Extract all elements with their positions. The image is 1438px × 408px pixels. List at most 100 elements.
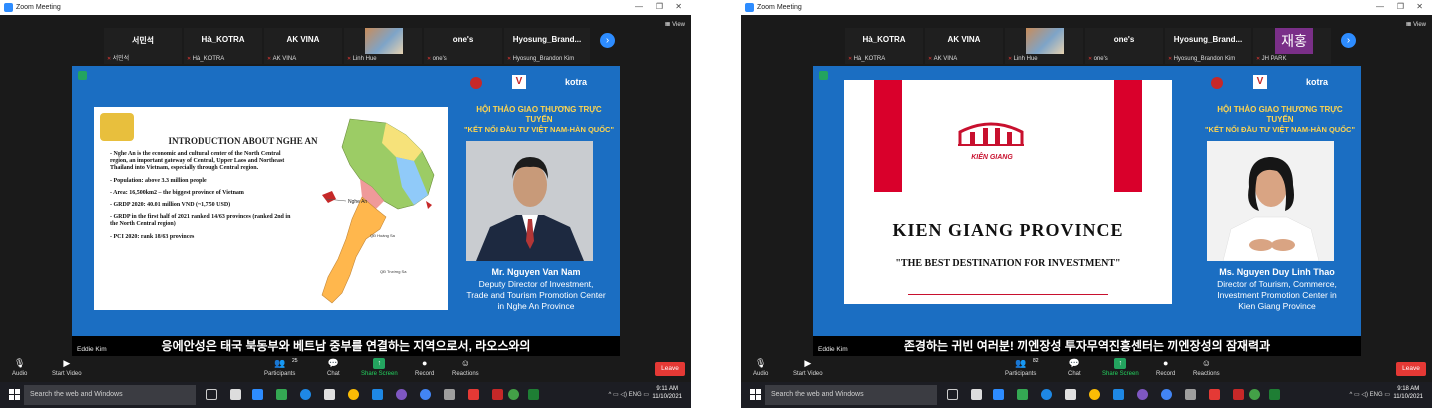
participant-tile[interactable]: Linh Hue [344,28,422,64]
app-icon[interactable] [372,389,383,400]
start-video-button[interactable]: ▶ Start Video [52,358,82,377]
record-icon: ● [421,358,428,368]
taskbar-clock[interactable]: 9:18 AM 11/10/2021 [1393,385,1423,401]
participants-button[interactable]: 👥 25 Participants [264,358,298,377]
participant-tile[interactable]: 재홍 JH PARK [1253,28,1331,64]
chat-icon: 💬 [327,358,339,368]
close-icon[interactable]: ✕ [1416,2,1423,11]
zoom-app-icon[interactable] [252,389,263,400]
app-icon[interactable] [1185,389,1196,400]
shared-screen: V kotra HỘI THẢO GIAO THƯƠNG TRỰC TUYẾN … [72,66,620,352]
zoom-app-icon[interactable] [993,389,1004,400]
slide-bullet: - Nghe An is the economic and cultural c… [110,151,285,172]
reactions-button[interactable]: ☺ Reactions [452,358,479,377]
messenger-icon[interactable] [420,389,431,400]
minimize-icon[interactable]: — [1376,2,1384,11]
task-view-icon[interactable] [206,389,217,400]
app-icon[interactable] [1113,389,1124,400]
explorer-icon[interactable] [1065,389,1076,400]
video-camera-icon: ▶ [63,358,71,368]
slide-bullet: - Population: above 3.3 million people [110,177,207,184]
next-page-button[interactable]: › [600,33,615,48]
share-screen-button[interactable]: ↑ Share Screen [1102,358,1139,377]
minimize-icon[interactable]: — [635,2,643,11]
messenger-icon[interactable] [1161,389,1172,400]
edge-icon[interactable] [300,389,311,400]
organizer-logos: V kotra [1211,75,1351,99]
participant-photo [365,28,403,54]
speaker-title-line: Deputy Director of Investment, [478,279,594,289]
participant-tile[interactable]: Hyosung_Brand... Hyosung_Brandon Kim [1165,28,1251,64]
excel-icon[interactable] [528,389,539,400]
participant-tile[interactable]: Hà_KOTRA Hà_KOTRA [845,28,923,64]
participant-tile[interactable]: one's one's [1085,28,1163,64]
language-indicator[interactable]: ENG [629,392,642,398]
windows-start-icon[interactable] [9,389,20,400]
participants-button[interactable]: 👥 82 Participants [1005,358,1039,377]
share-screen-button[interactable]: ↑ Share Screen [361,358,398,377]
participant-tile[interactable]: Hyosung_Brand... Hyosung_Brandon Kim [504,28,590,64]
reactions-button[interactable]: ☺ Reactions [1193,358,1220,377]
muted-icon: Hà_KOTRA [187,56,225,62]
windows-start-icon[interactable] [750,389,761,400]
store-icon[interactable] [971,389,982,400]
app-icon[interactable] [492,389,503,400]
store-icon[interactable] [230,389,241,400]
leave-button[interactable]: Leave [1396,362,1426,376]
record-button[interactable]: ● Record [415,358,434,377]
vietnam-map: Nghe An QĐ Hoàng Sa QĐ Trường Sa [321,118,435,304]
viber-icon[interactable] [396,389,407,400]
next-page-button[interactable]: › [1341,33,1356,48]
app-icon[interactable] [444,389,455,400]
drive-icon[interactable] [276,389,287,400]
participant-tile[interactable]: AK VINA AK VINA [925,28,1003,64]
system-tray: ^ ▭ ◁) ENG ▭ [1349,392,1390,398]
chat-button[interactable]: 💬 Chat [1068,358,1081,377]
close-icon[interactable]: ✕ [675,2,682,11]
edge-icon[interactable] [1041,389,1052,400]
speaker-video [466,141,593,261]
drive-icon[interactable] [1017,389,1028,400]
viber-icon[interactable] [1137,389,1148,400]
maximize-icon[interactable]: ❐ [656,2,663,11]
muted-icon: Linh Hue [347,56,377,62]
app-icon[interactable] [1209,389,1220,400]
app-icon[interactable] [1249,389,1260,400]
video-camera-icon: ▶ [804,358,812,368]
audio-button[interactable]: 🎙 Audio [12,358,27,377]
task-view-icon[interactable] [947,389,958,400]
maximize-icon[interactable]: ❐ [1397,2,1404,11]
app-icon[interactable] [508,389,519,400]
chrome-icon[interactable] [1089,389,1100,400]
subtitle-bar: 존경하는 귀빈 여러분! 끼엔장성 투자무역진흥센터는 끼엔장성의 잠재력과 [813,336,1361,356]
muted-icon: 서민석 [107,53,130,62]
speaker-title-line: Kien Giang Province [1238,301,1316,311]
slide-bullet: - Area: 16,500km2 – the biggest province… [110,189,244,196]
nghe-an-highlight [426,201,432,209]
record-button[interactable]: ● Record [1156,358,1175,377]
excel-icon[interactable] [1269,389,1280,400]
explorer-icon[interactable] [324,389,335,400]
meeting-controls: 🎙 Audio ▶ Start Video 👥 25 Participants 💬 Cha… [0,356,691,382]
taskbar-clock[interactable]: 9:11 AM 11/10/2021 [652,385,682,401]
audio-button[interactable]: 🎙 Audio [753,358,768,377]
participants-icon: 👥 [274,358,286,368]
participant-tile[interactable]: one's one's [424,28,502,64]
chat-button[interactable]: 💬 Chat [327,358,340,377]
participant-tile[interactable]: Hà_KOTRA Hà_KOTRA [184,28,262,64]
participant-tile[interactable]: Linh Hue [1005,28,1083,64]
app-icon[interactable] [468,389,479,400]
vietrade-logo-icon: V [512,75,526,89]
participant-tile[interactable]: 서민석 서민석 [104,28,182,64]
app-icon[interactable] [1233,389,1244,400]
language-indicator[interactable]: ENG [1370,392,1383,398]
taskbar-search-input[interactable]: Search the web and Windows [24,385,196,405]
chrome-icon[interactable] [348,389,359,400]
slide-bullet: - GRDP in the first half of 2021 ranked … [110,214,291,228]
participant-tile[interactable]: AK VINA AK VINA [264,28,342,64]
start-video-button[interactable]: ▶ Start Video [793,358,823,377]
taskbar-search-input[interactable]: Search the web and Windows [765,385,937,405]
muted-icon: Hà_KOTRA [848,56,886,62]
leave-button[interactable]: Leave [655,362,685,376]
muted-icon: AK VINA [928,56,958,62]
